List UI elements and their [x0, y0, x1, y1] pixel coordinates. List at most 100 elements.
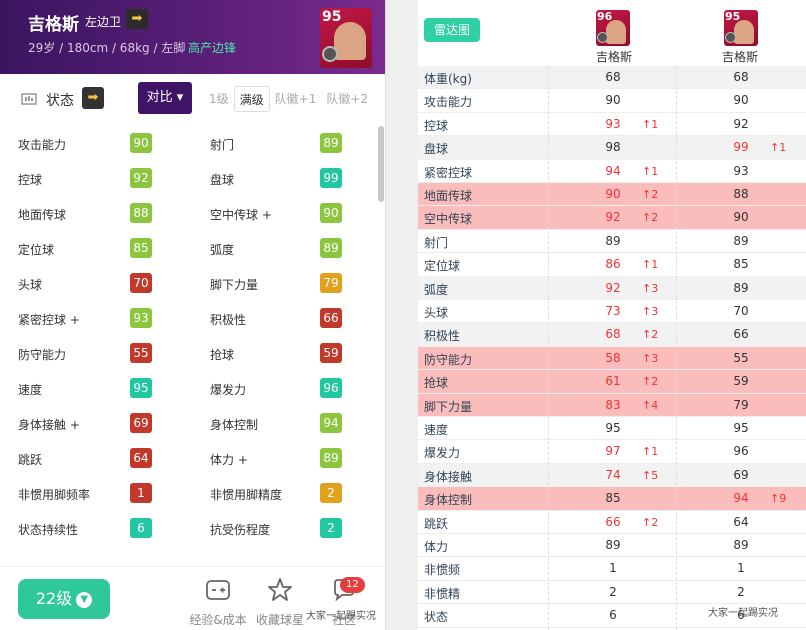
compare-row: 盘球 98 99 ↑1 [418, 136, 806, 160]
stat-value-badge: 64 [130, 448, 152, 468]
row-label: 非惯频 [424, 563, 461, 578]
row-label: 射门 [424, 235, 449, 250]
nav-favorites-label: 收藏球星 [255, 613, 304, 627]
stat-value-badge: 2 [320, 518, 342, 538]
player-1-value: 93 [605, 116, 621, 131]
player-2-value: 88 [733, 187, 749, 201]
compare-row: 弧度 92 ↑3 89 [418, 276, 806, 300]
player-2-value: 92 [733, 116, 749, 131]
stat-value-badge: 94 [320, 413, 342, 433]
card-rating: 95 [322, 9, 342, 25]
row-label: 盘球 [424, 142, 449, 157]
scrollbar[interactable] [378, 126, 384, 202]
compare-row: 地面传球 90 ↑2 88 [418, 183, 806, 207]
notification-badge: 12 [340, 577, 365, 593]
row-label: 脚下力量 [424, 399, 473, 414]
tab-level-1[interactable]: 1级 [204, 86, 234, 112]
row-label: 体重(kg) [424, 72, 472, 86]
player-1-delta: ↑2 [642, 375, 659, 389]
stat-row: 身体接触 + 69 身体控制 94 [0, 406, 378, 441]
exp-cost-icon [206, 580, 230, 600]
tab-level-max[interactable]: 满级 [233, 86, 270, 112]
player-1-delta: ↑1 [642, 445, 659, 459]
compare-row: 爆发力 97 ↑1 96 [418, 440, 806, 464]
compare-row: 非惯频 1 1 [418, 557, 806, 581]
player-1-delta: ↑2 [642, 515, 659, 529]
stat-label: 脚下力量 [210, 278, 259, 292]
level-select-button[interactable]: 22级 ▼ [18, 579, 110, 619]
player-1-delta: ↑1 [642, 164, 659, 178]
stat-row: 速度 95 爆发力 96 [0, 371, 378, 406]
player-1-delta: ↑2 [642, 188, 659, 201]
stat-value-badge: 79 [320, 273, 342, 293]
nav-exp-cost[interactable]: 经验&成本 [188, 577, 248, 628]
player-2-value: 68 [733, 70, 749, 84]
player-1-value: 68 [605, 70, 621, 84]
stat-value-badge: 2 [320, 483, 342, 503]
row-label: 非惯精 [424, 586, 461, 601]
chevron-down-icon: ▼ [76, 591, 93, 608]
player-2-value: 85 [733, 257, 749, 272]
compare-row: 攻击能力 90 90 [418, 89, 806, 113]
player-1-value: 61 [605, 374, 621, 389]
compare-panel: 雷达图 96 吉格斯 95 吉格斯 体重(kg) 68 68 攻击能力 90 90 控球 93… [418, 0, 806, 630]
row-label: 身体接触 [424, 469, 473, 484]
row-label: 防守能力 [424, 352, 473, 367]
stat-value-badge: 69 [130, 413, 152, 433]
stat-value-badge: 88 [130, 203, 152, 223]
player-name: 吉格斯 [28, 15, 79, 35]
row-label: 弧度 [424, 282, 449, 297]
player-1-value: 83 [605, 397, 621, 412]
stat-label: 抗受伤程度 [210, 523, 271, 537]
status-arrow-button[interactable]: ➡ [82, 87, 104, 109]
compare-card-1[interactable]: 96 [596, 10, 630, 46]
card-badge-icon [597, 32, 608, 43]
stat-label: 跳跃 [18, 453, 43, 467]
compare-header: 雷达图 96 吉格斯 95 吉格斯 [418, 0, 806, 66]
compare-row: 控球 93 ↑1 92 [418, 113, 806, 137]
compare-row: 体重(kg) 68 68 [418, 66, 806, 90]
player-card[interactable]: 95 [320, 8, 372, 68]
tab-badge-plus-2[interactable]: 队徽+2 [321, 86, 373, 112]
screenshot-stage: 吉格斯 左边卫 ➡ 29岁 / 180cm / 68kg / 左脚 高产边锋 9… [0, 0, 806, 630]
player-2-value: 89 [733, 280, 749, 295]
player-2-value: 95 [733, 421, 749, 435]
row-label: 速度 [424, 423, 449, 437]
stat-label: 定位球 [18, 243, 55, 257]
position-arrow-button[interactable]: ➡ [126, 9, 148, 29]
stat-label: 头球 [18, 278, 43, 292]
player-1-value: 92 [605, 280, 621, 295]
player-position: 左边卫 [85, 15, 122, 29]
stat-label: 速度 [18, 383, 43, 397]
stat-value-badge: 70 [130, 273, 152, 293]
stat-value-badge: 99 [320, 168, 342, 188]
tab-badge-plus-1[interactable]: 队徽+1 [270, 86, 322, 112]
player-2-value: 93 [733, 163, 749, 178]
stat-label: 防守能力 [18, 348, 67, 362]
compare-card-2[interactable]: 95 [724, 10, 758, 46]
radar-chart-button[interactable]: 雷达图 [424, 18, 480, 42]
card-badge-icon [322, 46, 338, 62]
player-2-value: 2 [737, 584, 745, 599]
compare-row: 身体接触 74 ↑5 69 [418, 463, 806, 488]
compare-row: 头球 73 ↑3 70 [418, 300, 806, 324]
compare-row: 防守能力 58 ↑3 55 [418, 346, 806, 371]
row-label: 抢球 [424, 376, 449, 391]
player-info: 29岁 / 180cm / 68kg / 左脚 [28, 41, 186, 55]
stat-value-badge: 85 [130, 238, 152, 258]
player-portrait [606, 20, 626, 44]
nav-favorites[interactable]: 收藏球星 [250, 577, 310, 628]
column-divider [676, 66, 677, 630]
compare-label: 对比 [146, 90, 173, 105]
stat-value-badge: 92 [130, 168, 152, 188]
compare-button[interactable]: 对比 ▾ [138, 82, 192, 114]
stat-label: 抢球 [210, 348, 235, 362]
player-2-value: 90 [733, 210, 749, 225]
stat-row: 非惯用脚频率 1 非惯用脚精度 2 [0, 476, 378, 511]
player-2-value: 70 [733, 304, 749, 318]
stat-label: 爆发力 [210, 383, 247, 397]
compare-row: 跳跃 66 ↑2 64 [418, 511, 806, 534]
compare-row: 紧密控球 94 ↑1 93 [418, 160, 806, 183]
player-2-value: 96 [733, 444, 749, 459]
player-2-value: 79 [733, 397, 749, 412]
